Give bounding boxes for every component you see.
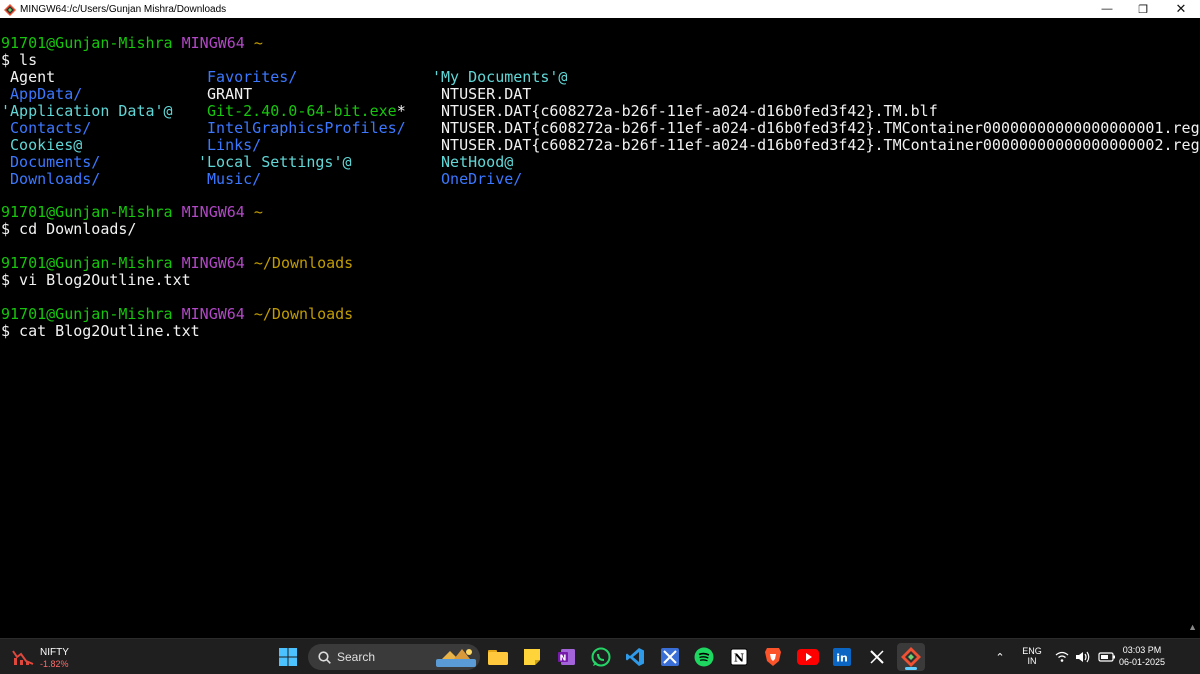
search-label: Search [337,650,376,664]
window-title-bar[interactable]: MINGW64:/c/Users/Gunjan Mishra/Downloads… [0,0,1200,18]
ls-entry: GRANT [198,85,253,103]
ls-entry: OneDrive/ [432,170,523,188]
ls-entry-executable: Git-2.40.0-64-bit.exe* [198,102,406,120]
widget-change: -1.82% [40,659,69,669]
notion-icon: N [730,648,748,666]
restore-icon: ❐ [1138,3,1148,16]
ls-entry: 'Local Settings'@ [198,153,352,171]
widget-title: NIFTY [40,647,69,658]
git-bash-icon [901,647,921,667]
taskbar-app-whatsapp[interactable] [587,643,615,671]
ls-entry: 'My Documents'@ [432,68,568,86]
terminal-output[interactable]: 91701@Gunjan-Mishra MINGW64 ~ $ ls Agent… [0,18,1200,638]
command-line: $ ls [1,51,38,69]
window-title: MINGW64:/c/Users/Gunjan Mishra/Downloads [20,3,227,15]
clock-date: 06-01-2025 [1118,657,1166,667]
taskbar-app-file-explorer[interactable] [484,643,512,671]
volume-icon [1076,651,1090,663]
stock-chart-icon [12,650,34,665]
ls-entry: IntelGraphicsProfiles/ [198,119,406,137]
search-highlight-icon [436,649,476,667]
brave-icon [765,648,781,666]
wifi-icon [1055,651,1069,662]
svg-text:N: N [560,654,567,663]
taskbar-app-vscode[interactable] [621,643,649,671]
ls-entry: Contacts/ [1,119,92,137]
taskbar: NIFTY -1.82% Search N N in ⌃ ENG IN 03:0… [0,638,1200,674]
ls-entry: NTUSER.DAT [432,85,532,103]
svg-text:in: in [836,652,848,665]
vscode-icon [626,648,644,666]
youtube-icon [797,649,819,665]
start-button[interactable] [274,643,302,671]
minimize-button[interactable]: — [1090,0,1124,18]
language-code: ENG [1022,646,1042,656]
prompt-line: 91701@Gunjan-Mishra MINGW64 ~ [1,203,263,221]
svg-text:N: N [734,652,744,665]
close-button[interactable]: ✕ [1164,0,1198,18]
taskbar-app-linkedin[interactable]: in [828,643,856,671]
ls-entry: NTUSER.DAT{c608272a-b26f-11ef-a024-d16b0… [432,119,1200,137]
command-line: $ vi Blog2Outline.txt [1,271,191,289]
ls-entry: Links/ [198,136,262,154]
close-icon: ✕ [1175,1,1187,16]
onenote-icon: N [558,649,575,665]
prompt-line: 91701@Gunjan-Mishra MINGW64 ~/Downloads [1,254,354,272]
ls-entry: Music/ [198,170,262,188]
ls-entry: Cookies@ [1,136,83,154]
region-code: IN [1027,656,1037,666]
maximize-button[interactable]: ❐ [1126,0,1160,18]
taskbar-app-sticky-notes[interactable] [518,643,546,671]
language-indicator[interactable]: ENG IN [1018,646,1046,666]
taskbar-search[interactable]: Search [308,644,480,670]
show-hidden-icons-button[interactable]: ⌃ [990,643,1010,671]
sticky-notes-icon [524,649,540,665]
ls-entry: NetHood@ [432,153,514,171]
active-indicator [905,667,917,670]
spotify-icon [694,647,714,667]
taskbar-app-spotify[interactable] [690,643,718,671]
snipping-tool-icon [661,648,679,666]
minimize-icon: — [1101,3,1113,15]
ls-entry: Favorites/ [198,68,298,86]
linkedin-icon: in [833,648,851,666]
prompt-line: 91701@Gunjan-Mishra MINGW64 ~/Downloads [1,305,354,323]
ls-entry: NTUSER.DAT{c608272a-b26f-11ef-a024-d16b0… [432,102,938,120]
ls-entry: 'Application Data'@ [1,102,173,120]
start-icon [279,648,297,666]
taskbar-app-git-bash[interactable] [897,643,925,671]
scroll-up-icon[interactable]: ▲ [1188,622,1197,632]
taskbar-app-notion[interactable]: N [725,643,753,671]
taskbar-app-x[interactable] [863,643,891,671]
ls-entry: AppData/ [1,85,83,103]
taskbar-app-snipping-tool[interactable] [656,643,684,671]
taskbar-app-brave[interactable] [759,643,787,671]
chevron-up-icon: ⌃ [995,651,1005,664]
command-line: $ cat Blog2Outline.txt [1,322,200,340]
search-icon [318,650,331,664]
whatsapp-icon [591,647,611,667]
stock-widget[interactable]: NIFTY -1.82% [12,644,92,670]
clock[interactable]: 03:03 PM 06-01-2025 [1110,645,1174,667]
taskbar-app-onenote[interactable]: N [553,643,581,671]
ls-entry: NTUSER.DAT{c608272a-b26f-11ef-a024-d16b0… [432,136,1200,154]
ls-entry: Agent [1,68,56,86]
ls-entry: Downloads/ [1,170,101,188]
clock-time: 03:03 PM [1122,645,1162,655]
prompt-line: 91701@Gunjan-Mishra MINGW64 ~ [1,34,263,52]
ls-entry: Documents/ [1,153,101,171]
x-icon [870,650,884,664]
file-explorer-icon [488,650,508,665]
git-bash-icon [4,3,16,16]
taskbar-app-youtube[interactable] [794,643,822,671]
command-line: $ cd Downloads/ [1,220,137,238]
